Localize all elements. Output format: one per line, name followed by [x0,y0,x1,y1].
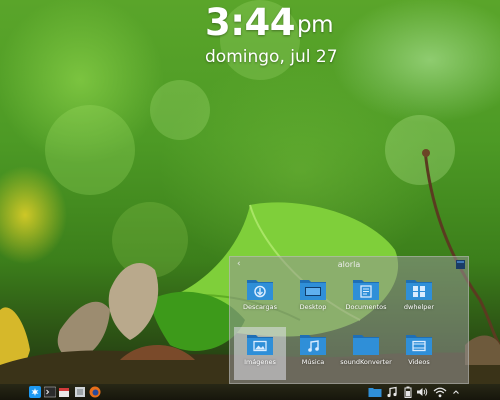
folder-view-header: ‹ alorla [230,257,468,273]
expand-tray-icon[interactable] [452,386,460,398]
folder-label: Videos [408,358,430,366]
firefox-icon[interactable] [89,386,101,398]
folder-item-dwhelper[interactable]: dwhelper [393,277,445,323]
battery-icon[interactable] [404,386,412,398]
folder-item-documentos[interactable]: Documentos [340,277,392,323]
videos-folder-icon [406,335,432,355]
folder-view-popup: ‹ alorla Descargas Desktop Documentos dw… [229,256,469,384]
corner-handle-icon[interactable] [456,260,465,269]
folder-item-imagenes[interactable]: Imágenes [234,327,286,380]
terminal-icon[interactable] [44,386,56,398]
folder-label: dwhelper [403,303,435,311]
folder-label: Música [301,358,325,366]
clock-date: domingo, jul 27 [205,47,338,67]
clock-time-line: 3:44pm [205,2,338,44]
folder-item-videos[interactable]: Videos [393,332,445,378]
folder-item-descargas[interactable]: Descargas [234,277,286,323]
clock-ampm: pm [297,12,334,38]
clock-time: 3:44 [205,1,296,44]
pictures-folder-icon [247,335,273,355]
folder-view-title: alorla [337,260,361,269]
folder-item-soundkonverter[interactable]: soundKonverter [340,332,392,378]
download-folder-icon [247,280,273,300]
taskbar [0,384,500,400]
kde-launcher-icon[interactable] [29,386,41,398]
desktop-folder-icon [300,280,326,300]
folder-icon [353,335,379,355]
folder-label: Desktop [299,303,327,311]
folder-label: soundKonverter [340,358,392,366]
music-note-icon[interactable] [386,386,398,398]
folder-item-desktop[interactable]: Desktop [287,277,339,323]
music-folder-icon [300,335,326,355]
system-settings-icon[interactable] [74,386,86,398]
volume-icon[interactable] [416,386,428,398]
calendar-icon[interactable] [58,386,70,398]
apps-folder-icon [406,280,432,300]
folder-label: Documentos [345,303,387,311]
folder-label: Imágenes [244,358,276,366]
folder-label: Descargas [242,303,277,311]
clock-widget: 3:44pm domingo, jul 27 [205,2,338,68]
folder-icon[interactable] [368,386,382,398]
folder-item-musica[interactable]: Música [287,332,339,378]
wifi-icon[interactable] [433,386,447,398]
documents-folder-icon [353,280,379,300]
